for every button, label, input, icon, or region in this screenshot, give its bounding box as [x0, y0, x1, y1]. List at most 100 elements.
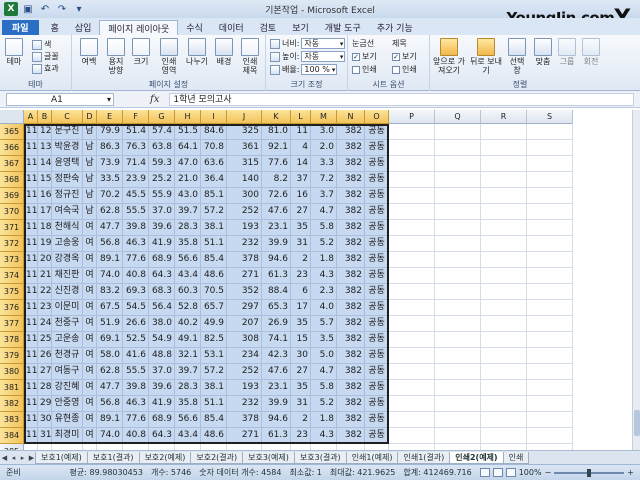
cell-b[interactable]: 12: [38, 124, 52, 140]
cell-d[interactable]: 남: [83, 140, 97, 156]
cell-e[interactable]: 33.5: [97, 172, 123, 188]
column-header-l[interactable]: L: [291, 110, 311, 124]
cell-p[interactable]: [389, 124, 435, 140]
cell-r[interactable]: [481, 396, 527, 412]
cell-l[interactable]: 31: [291, 236, 311, 252]
cell-m[interactable]: 4.3: [311, 268, 337, 284]
cell-e[interactable]: 56.8: [97, 396, 123, 412]
cell-p[interactable]: [389, 220, 435, 236]
cell-l[interactable]: 30: [291, 348, 311, 364]
cell-k[interactable]: 39.9: [262, 396, 291, 412]
cell-f[interactable]: 40.8: [123, 428, 149, 444]
cell-f[interactable]: 55.5: [123, 364, 149, 380]
background-button[interactable]: 배경: [212, 38, 236, 66]
page-layout-view-icon[interactable]: [492, 468, 503, 477]
cell-n[interactable]: 382: [337, 188, 365, 204]
cell-d[interactable]: 여: [83, 332, 97, 348]
cell-j[interactable]: 300: [227, 188, 262, 204]
cell-s[interactable]: [527, 252, 573, 268]
print-titles-button[interactable]: 인쇄 제목: [238, 38, 262, 75]
cell-c[interactable]: 강진혜: [52, 380, 83, 396]
cell-n[interactable]: 382: [337, 332, 365, 348]
cell-f[interactable]: 52.5: [123, 332, 149, 348]
row-header[interactable]: 367: [0, 156, 24, 172]
cell-k[interactable]: 94.6: [262, 412, 291, 428]
tab-home[interactable]: 홈: [43, 20, 67, 35]
cell-k[interactable]: 92.1: [262, 140, 291, 156]
cell-e[interactable]: 86.3: [97, 140, 123, 156]
cell-j[interactable]: 232: [227, 396, 262, 412]
cell-m[interactable]: 4.3: [311, 428, 337, 444]
cell-j[interactable]: 207: [227, 316, 262, 332]
cell-q[interactable]: [435, 284, 481, 300]
cell-f[interactable]: 76.3: [123, 140, 149, 156]
row-header[interactable]: 378: [0, 332, 24, 348]
cell-o[interactable]: 공동: [365, 220, 389, 236]
tab-add-ins[interactable]: 추가 기능: [369, 20, 421, 35]
cell-l[interactable]: 37: [291, 172, 311, 188]
cell-l[interactable]: 4: [291, 140, 311, 156]
cell-i[interactable]: 85.1: [201, 188, 227, 204]
cell-i[interactable]: 48.6: [201, 268, 227, 284]
cell-o[interactable]: 공동: [365, 172, 389, 188]
cell-s[interactable]: [527, 396, 573, 412]
cell-g[interactable]: 38.0: [149, 316, 175, 332]
cell-a[interactable]: 11: [24, 348, 38, 364]
cell-f[interactable]: 41.6: [123, 348, 149, 364]
group-button[interactable]: 그룹: [556, 38, 578, 66]
row-header[interactable]: 380: [0, 364, 24, 380]
cell-d[interactable]: 여: [83, 220, 97, 236]
cell-s[interactable]: [527, 316, 573, 332]
cell-p[interactable]: [389, 300, 435, 316]
cell-a[interactable]: 11: [24, 172, 38, 188]
first-sheet-icon[interactable]: ◀: [0, 454, 9, 462]
cell-o[interactable]: 공동: [365, 364, 389, 380]
cell-a[interactable]: 11: [24, 220, 38, 236]
cell-p[interactable]: [389, 332, 435, 348]
cell-k[interactable]: 47.6: [262, 204, 291, 220]
cell-e[interactable]: 70.2: [97, 188, 123, 204]
cell-r[interactable]: [481, 236, 527, 252]
cell-f[interactable]: 54.5: [123, 300, 149, 316]
cell-e[interactable]: 79.9: [97, 124, 123, 140]
row-header[interactable]: 365: [0, 124, 24, 140]
cell-d[interactable]: 여: [83, 380, 97, 396]
gridlines-view-checkbox[interactable]: ✓ 보기: [352, 51, 377, 62]
cell-i[interactable]: 84.6: [201, 124, 227, 140]
size-button[interactable]: 크기: [130, 38, 152, 66]
cell-d[interactable]: 여: [83, 284, 97, 300]
cell-n[interactable]: 382: [337, 364, 365, 380]
row-header[interactable]: 366: [0, 140, 24, 156]
cell-b[interactable]: 28: [38, 380, 52, 396]
cell-o[interactable]: 공동: [365, 412, 389, 428]
cell-g[interactable]: 68.9: [149, 252, 175, 268]
cell-a[interactable]: 11: [24, 236, 38, 252]
theme-fonts-button[interactable]: 글꼴: [32, 51, 59, 62]
cell-c[interactable]: 고운송: [52, 332, 83, 348]
cell-s[interactable]: [527, 172, 573, 188]
cell-j[interactable]: 232: [227, 236, 262, 252]
cell-l[interactable]: 31: [291, 396, 311, 412]
cell-s[interactable]: [527, 380, 573, 396]
cell-j[interactable]: 234: [227, 348, 262, 364]
cell-c[interactable]: 윤영택: [52, 156, 83, 172]
cell-b[interactable]: 19: [38, 236, 52, 252]
cell-j[interactable]: 252: [227, 204, 262, 220]
cell-a[interactable]: 11: [24, 252, 38, 268]
cell-r[interactable]: [481, 124, 527, 140]
cell-l[interactable]: 23: [291, 428, 311, 444]
cell-j[interactable]: 325: [227, 124, 262, 140]
cell-c[interactable]: 여동구: [52, 364, 83, 380]
cell-i[interactable]: 85.4: [201, 252, 227, 268]
sheet-tab[interactable]: 인쇄1(예제): [345, 451, 399, 464]
cell-a[interactable]: 11: [24, 396, 38, 412]
column-header-o[interactable]: O: [365, 110, 389, 124]
cell-s[interactable]: [527, 364, 573, 380]
cell-n[interactable]: 382: [337, 284, 365, 300]
column-header-p[interactable]: P: [389, 110, 435, 124]
cell-p[interactable]: [389, 348, 435, 364]
normal-view-icon[interactable]: [479, 468, 490, 477]
cell-b[interactable]: 26: [38, 348, 52, 364]
cell-d[interactable]: 여: [83, 316, 97, 332]
cell-r[interactable]: [481, 140, 527, 156]
